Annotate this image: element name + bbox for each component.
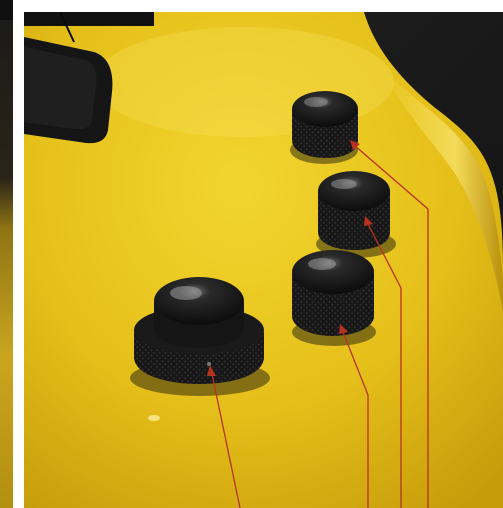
knob-3	[316, 171, 396, 258]
guitar-knobs-photo	[24, 12, 503, 508]
image-frame	[0, 0, 503, 508]
left-photo-strip	[0, 0, 13, 508]
left-strip-graphic	[0, 0, 13, 508]
knob-4	[290, 91, 358, 164]
photo-graphic	[24, 12, 503, 508]
knob-2	[292, 250, 376, 346]
